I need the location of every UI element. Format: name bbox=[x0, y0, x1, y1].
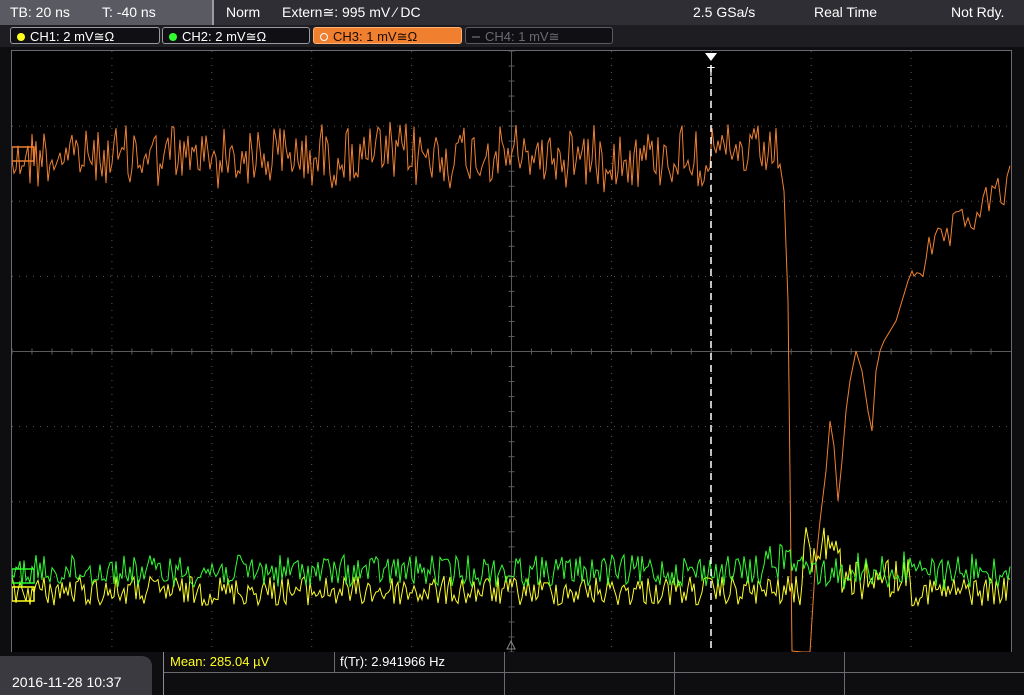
channel-3-label: CH3: 1 mV≅Ω bbox=[333, 29, 418, 44]
trigger-arrow-icon bbox=[705, 53, 717, 61]
frequency-measurement: f(Tr): 2.941966 Hz bbox=[340, 654, 446, 669]
channel-4-dash-icon bbox=[472, 36, 480, 38]
datetime-label: 2016-11-28 10:37 bbox=[12, 674, 122, 690]
divider bbox=[504, 673, 505, 695]
divider bbox=[504, 652, 505, 672]
divider bbox=[334, 652, 335, 672]
sample-rate: 2.5 GSa/s bbox=[693, 4, 756, 20]
timebase-label: TB: 20 ns bbox=[10, 4, 70, 20]
graticule bbox=[11, 50, 1011, 653]
measurement-row: Mean: 285.04 µV f(Tr): 2.941966 Hz bbox=[164, 652, 1024, 673]
acquisition-mode[interactable]: Real Time bbox=[814, 4, 877, 20]
trigger-source[interactable]: Extern≅: 995 mV ⁄ DC bbox=[282, 4, 421, 21]
trigger-marker-label: T bbox=[707, 64, 715, 79]
channel-2-button[interactable]: CH2: 2 mV≅Ω bbox=[162, 27, 310, 44]
waveform-canvas: T bbox=[11, 50, 1011, 653]
channel-1-label: CH1: 2 mV≅Ω bbox=[30, 29, 115, 44]
measurement-row bbox=[164, 673, 1024, 695]
channel-4-label: CH4: 1 mV≅ bbox=[485, 29, 560, 44]
status-bar: TB: 20 ns T: -40 ns Norm Extern≅: 995 mV… bbox=[0, 0, 1024, 26]
trigger-mode[interactable]: Norm bbox=[226, 4, 260, 20]
channel-2-label: CH2: 2 mV≅Ω bbox=[182, 29, 267, 44]
channel-4-button[interactable]: CH4: 1 mV≅ bbox=[465, 27, 613, 44]
timebase-panel[interactable]: TB: 20 ns T: -40 ns bbox=[0, 0, 214, 25]
trigger-time-label: T: -40 ns bbox=[102, 4, 156, 20]
channel-3-button[interactable]: CH3: 1 mV≅Ω bbox=[313, 27, 462, 44]
channel-bar: CH1: 2 mV≅Ω CH2: 2 mV≅Ω CH3: 1 mV≅Ω CH4:… bbox=[0, 25, 1024, 47]
divider bbox=[844, 673, 845, 695]
waveform-display[interactable]: T bbox=[11, 50, 1012, 653]
divider bbox=[674, 673, 675, 695]
channel-3-dot-icon bbox=[320, 33, 328, 41]
channel-1-button[interactable]: CH1: 2 mV≅Ω bbox=[10, 27, 160, 44]
channel-2-dot-icon bbox=[169, 33, 177, 41]
measurement-panel[interactable]: Mean: 285.04 µV f(Tr): 2.941966 Hz bbox=[163, 652, 1024, 695]
channel-1-dot-icon bbox=[17, 33, 25, 41]
mean-measurement: Mean: 285.04 µV bbox=[170, 654, 270, 669]
divider bbox=[674, 652, 675, 672]
divider bbox=[844, 652, 845, 672]
trigger-state: Not Rdy. bbox=[951, 4, 1005, 20]
datetime-panel: 2016-11-28 10:37 bbox=[0, 656, 152, 695]
